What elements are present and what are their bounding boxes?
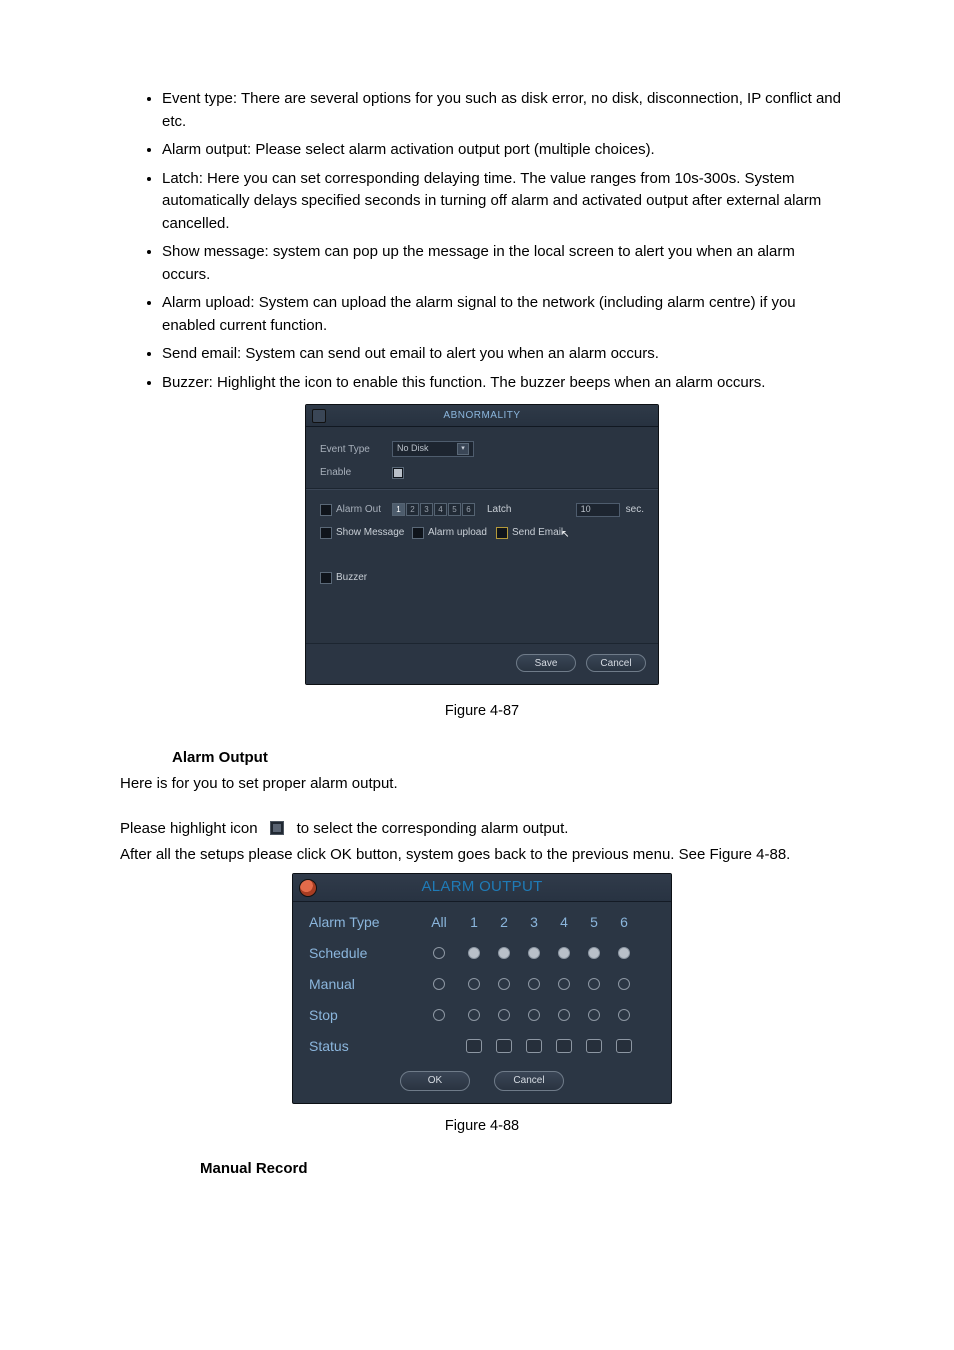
figure-caption-4-87: Figure 4-87: [120, 701, 844, 723]
stop-3-radio[interactable]: [528, 1009, 540, 1021]
alarm-upload-label: Alarm upload: [428, 525, 496, 540]
row-manual-label: Manual: [309, 974, 419, 995]
stop-5-radio[interactable]: [588, 1009, 600, 1021]
cursor-icon: ↖: [561, 527, 569, 542]
alarm-output-text-3: After all the setups please click OK but…: [120, 844, 844, 867]
channel-6[interactable]: 6: [462, 503, 475, 516]
channel-1[interactable]: 1: [392, 503, 405, 516]
col-1: 1: [459, 912, 489, 933]
col-3: 3: [519, 912, 549, 933]
buzzer-checkbox[interactable]: [320, 572, 332, 584]
alarm-upload-checkbox[interactable]: [412, 527, 424, 539]
save-button[interactable]: Save: [516, 654, 576, 672]
manual-2-radio[interactable]: [498, 978, 510, 990]
event-type-select[interactable]: No Disk ▾: [392, 441, 474, 457]
alarm-output-heading: Alarm Output: [172, 747, 844, 770]
chevron-down-icon: ▾: [457, 443, 469, 455]
stop-6-radio[interactable]: [618, 1009, 630, 1021]
schedule-2-radio[interactable]: [498, 947, 510, 959]
col-all-label: All: [419, 912, 459, 933]
channel-2[interactable]: 2: [406, 503, 419, 516]
show-message-checkbox[interactable]: [320, 527, 332, 539]
manual-3-radio[interactable]: [528, 978, 540, 990]
col-2: 2: [489, 912, 519, 933]
bullet-send-email: Send email: System can send out email to…: [162, 343, 844, 366]
alarm-out-checkbox[interactable]: [320, 504, 332, 516]
row-stop-label: Stop: [309, 1005, 419, 1026]
bullet-alarm-upload: Alarm upload: System can upload the alar…: [162, 292, 844, 337]
buzzer-label: Buzzer: [336, 570, 367, 585]
channel-4[interactable]: 4: [434, 503, 447, 516]
send-email-label: Send Email: [512, 525, 563, 540]
status-3-indicator: [526, 1039, 542, 1053]
manual-4-radio[interactable]: [558, 978, 570, 990]
stop-1-radio[interactable]: [468, 1009, 480, 1021]
alarm-output-text-2b: to select the corresponding alarm output…: [297, 820, 569, 837]
schedule-3-radio[interactable]: [528, 947, 540, 959]
channel-5[interactable]: 5: [448, 503, 461, 516]
col-4: 4: [549, 912, 579, 933]
feature-bullet-list: Event type: There are several options fo…: [120, 88, 844, 394]
alarm-output-text-1: Here is for you to set proper alarm outp…: [120, 773, 844, 796]
stop-all-radio[interactable]: [433, 1009, 445, 1021]
schedule-4-radio[interactable]: [558, 947, 570, 959]
schedule-1-radio[interactable]: [468, 947, 480, 959]
schedule-6-radio[interactable]: [618, 947, 630, 959]
bullet-event-type: Event type: There are several options fo…: [162, 88, 844, 133]
enable-checkbox[interactable]: [392, 467, 404, 479]
event-type-value: No Disk: [397, 442, 429, 456]
schedule-5-radio[interactable]: [588, 947, 600, 959]
abnormality-dialog: ABNORMALITY Event Type No Disk ▾ Enable …: [305, 404, 659, 685]
show-message-label: Show Message: [336, 525, 412, 540]
alarm-output-text-2: Please highlight icon to select the corr…: [120, 818, 844, 841]
abnormality-titlebar: ABNORMALITY: [306, 405, 658, 427]
channel-3[interactable]: 3: [420, 503, 433, 516]
schedule-all-radio[interactable]: [433, 947, 445, 959]
col-5: 5: [579, 912, 609, 933]
event-type-label: Event Type: [320, 442, 392, 457]
cancel-button2[interactable]: Cancel: [494, 1071, 564, 1091]
alarm-out-channels: 1 2 3 4 5 6: [392, 503, 475, 516]
send-email-checkbox[interactable]: [496, 527, 508, 539]
manual-5-radio[interactable]: [588, 978, 600, 990]
alarm-output-title: ALARM OUTPUT: [421, 876, 542, 899]
status-1-indicator: [466, 1039, 482, 1053]
bullet-alarm-output: Alarm output: Please select alarm activa…: [162, 139, 844, 162]
manual-1-radio[interactable]: [468, 978, 480, 990]
status-5-indicator: [586, 1039, 602, 1053]
stop-4-radio[interactable]: [558, 1009, 570, 1021]
stop-2-radio[interactable]: [498, 1009, 510, 1021]
manual-all-radio[interactable]: [433, 978, 445, 990]
alarm-output-dialog: ALARM OUTPUT Alarm Type All 1 2 3 4 5 6 …: [292, 873, 672, 1104]
manual-6-radio[interactable]: [618, 978, 630, 990]
bullet-buzzer: Buzzer: Highlight the icon to enable thi…: [162, 372, 844, 395]
latch-input[interactable]: 10: [576, 503, 620, 517]
alarm-output-titlebar: ALARM OUTPUT: [293, 874, 671, 902]
app-icon: [312, 409, 326, 423]
abnormality-title: ABNORMALITY: [443, 408, 520, 423]
enable-label: Enable: [320, 465, 392, 480]
col-6: 6: [609, 912, 639, 933]
bullet-latch: Latch: Here you can set corresponding de…: [162, 168, 844, 236]
manual-record-heading: Manual Record: [200, 1158, 844, 1181]
alarm-output-text-2a: Please highlight icon: [120, 820, 258, 837]
alarm-output-title-icon: [299, 879, 317, 897]
row-status-label: Status: [309, 1036, 419, 1057]
ok-button[interactable]: OK: [400, 1071, 470, 1091]
status-2-indicator: [496, 1039, 512, 1053]
figure-caption-4-88: Figure 4-88: [120, 1116, 844, 1138]
alarm-out-label: Alarm Out: [336, 502, 392, 517]
highlight-checkbox-icon: [270, 821, 284, 835]
latch-unit: sec.: [626, 502, 644, 517]
row-schedule-label: Schedule: [309, 943, 419, 964]
bullet-show-message: Show message: system can pop up the mess…: [162, 241, 844, 286]
row-alarm-type-label: Alarm Type: [309, 912, 419, 933]
status-6-indicator: [616, 1039, 632, 1053]
cancel-button[interactable]: Cancel: [586, 654, 646, 672]
status-4-indicator: [556, 1039, 572, 1053]
latch-label: Latch: [487, 502, 511, 517]
